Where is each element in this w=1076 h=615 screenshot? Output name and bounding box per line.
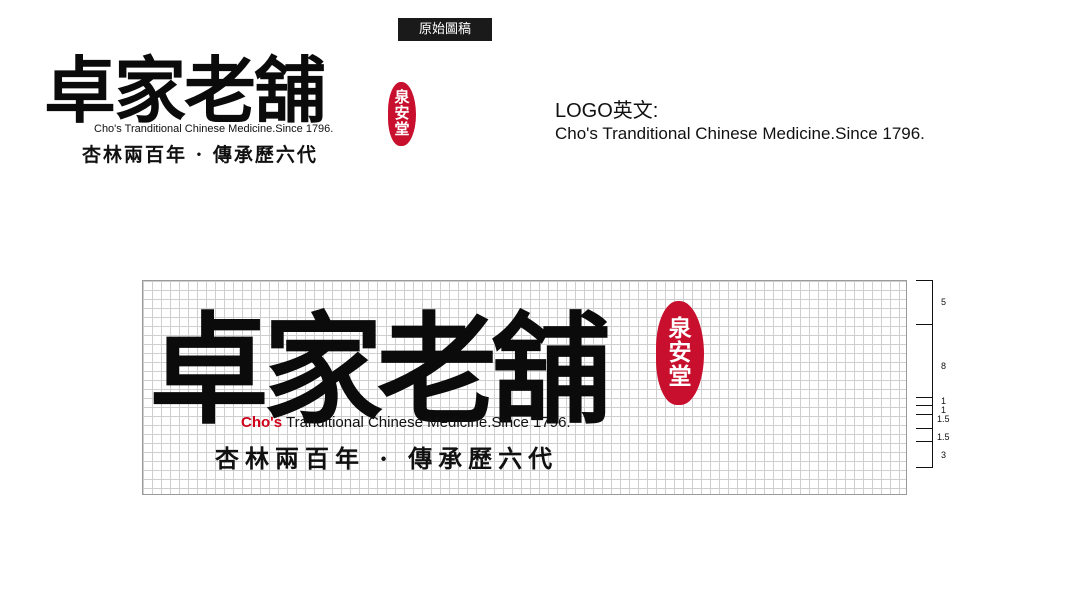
- dimension-label: 3: [941, 450, 947, 460]
- dimension-label: 1.5: [937, 432, 950, 442]
- logo-english-heading: LOGO英文:: [555, 100, 659, 122]
- dimension-label: 8: [941, 361, 947, 371]
- dimension-label: 5: [941, 297, 947, 307]
- seal-stamp-large: 泉 安 堂: [656, 301, 704, 405]
- dimension-label: 1.5: [937, 414, 950, 424]
- brand-slogan: 杏林兩百年 · 傳承歷六代: [82, 144, 318, 166]
- brand-english: Cho's Tranditional Chinese Medicine.Sinc…: [94, 123, 334, 135]
- brand-english-prefix: Cho's: [241, 414, 283, 431]
- brand-english-rest: Tranditional Chinese Medicine.Since 1796…: [282, 414, 571, 431]
- seal-char: 堂: [668, 363, 692, 391]
- logo-original: 卓家老舖 泉 安 堂 Cho's Tranditional Chinese Me…: [40, 30, 420, 170]
- logo-grid: 卓家老舖 泉 安 堂 Cho's Tranditional Chinese Me…: [142, 280, 907, 495]
- seal-stamp: 泉 安 堂: [388, 82, 416, 146]
- logo-english-text: Cho's Tranditional Chinese Medicine.Sinc…: [555, 124, 925, 143]
- brand-english-large: Cho's Tranditional Chinese Medicine.Sinc…: [241, 414, 571, 431]
- seal-char: 安: [668, 338, 692, 366]
- brand-slogan-large: 杏林兩百年 · 傳承歷六代: [215, 444, 559, 473]
- seal-char: 泉: [668, 314, 692, 342]
- seal-char: 堂: [394, 119, 410, 138]
- brand-name: 卓家老舖: [44, 48, 326, 133]
